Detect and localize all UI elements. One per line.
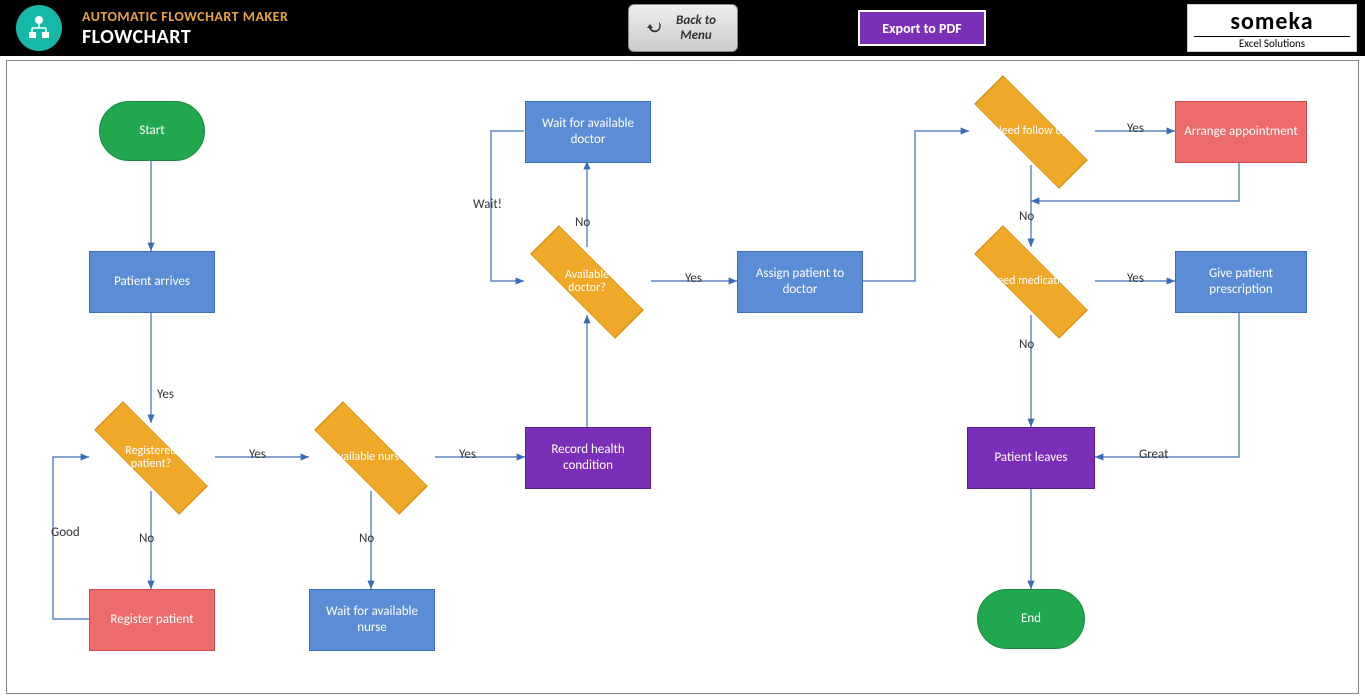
edge-yes-1: Yes bbox=[157, 387, 174, 402]
back-to-menu-button[interactable]: Back to Menu bbox=[628, 4, 738, 52]
node-start[interactable]: Start bbox=[99, 101, 205, 161]
arrange-appt-label: Arrange appointment bbox=[1184, 124, 1298, 140]
record-health-label: Record health condition bbox=[530, 442, 646, 473]
edge-yes-4: Yes bbox=[685, 271, 702, 286]
node-patient-leaves[interactable]: Patient leaves bbox=[967, 427, 1095, 489]
edge-great: Great bbox=[1139, 447, 1169, 462]
edge-yes-2: Yes bbox=[249, 447, 266, 462]
export-pdf-button[interactable]: Export to PDF bbox=[858, 10, 986, 46]
registered-patient-label: Registered patient? bbox=[109, 445, 193, 471]
brand-tagline: Excel Solutions bbox=[1194, 36, 1350, 50]
back-arrow-icon bbox=[645, 18, 665, 38]
node-registered-patient[interactable]: Registered patient? bbox=[91, 423, 211, 493]
assign-patient-label: Assign patient to doctor bbox=[742, 266, 858, 297]
node-wait-doctor[interactable]: Wait for available doctor bbox=[525, 101, 651, 163]
edge-yes-6: Yes bbox=[1127, 271, 1144, 286]
node-available-nurse[interactable]: Available nurse? bbox=[311, 423, 431, 493]
edge-no-1: No bbox=[139, 531, 154, 546]
node-available-doctor[interactable]: Available doctor? bbox=[527, 247, 647, 317]
edge-yes-3: Yes bbox=[459, 447, 476, 462]
brand-logo: someka Excel Solutions bbox=[1187, 4, 1357, 52]
edge-no-2: No bbox=[359, 531, 374, 546]
node-wait-nurse[interactable]: Wait for available nurse bbox=[309, 589, 435, 651]
back-button-label: Back to Menu bbox=[671, 13, 721, 43]
available-nurse-label: Available nurse? bbox=[331, 451, 411, 464]
edge-wait: Wait! bbox=[473, 197, 502, 212]
node-give-prescription[interactable]: Give patient prescription bbox=[1175, 251, 1307, 313]
app-logo bbox=[16, 5, 62, 51]
node-patient-arrives[interactable]: Patient arrives bbox=[89, 251, 215, 313]
patient-arrives-label: Patient arrives bbox=[114, 274, 190, 290]
wait-doctor-label: Wait for available doctor bbox=[530, 116, 646, 147]
node-arrange-appointment[interactable]: Arrange appointment bbox=[1175, 101, 1307, 163]
wait-nurse-label: Wait for available nurse bbox=[314, 604, 430, 635]
export-button-label: Export to PDF bbox=[882, 20, 961, 37]
edge-yes-5: Yes bbox=[1127, 121, 1144, 136]
node-need-followup[interactable]: Need follow up bbox=[971, 97, 1091, 167]
patient-leaves-label: Patient leaves bbox=[994, 450, 1067, 466]
edge-good: Good bbox=[51, 525, 80, 540]
register-patient-label: Register patient bbox=[110, 612, 193, 628]
flowchart-canvas: Start Patient arrives Registered patient… bbox=[6, 60, 1359, 694]
node-need-medication[interactable]: Need medication bbox=[971, 247, 1091, 317]
header-titles: AUTOMATIC FLOWCHART MAKER FLOWCHART bbox=[82, 8, 288, 49]
node-end[interactable]: End bbox=[977, 589, 1085, 649]
edge-no-4: No bbox=[1019, 209, 1034, 224]
need-followup-label: Need follow up bbox=[994, 125, 1068, 138]
page-title: FLOWCHART bbox=[82, 25, 288, 49]
node-record-health[interactable]: Record health condition bbox=[525, 427, 651, 489]
node-assign-patient[interactable]: Assign patient to doctor bbox=[737, 251, 863, 313]
end-label: End bbox=[1021, 611, 1041, 627]
available-doctor-label: Available doctor? bbox=[545, 269, 629, 295]
brand-name: someka bbox=[1194, 7, 1350, 36]
edge-no-3: No bbox=[575, 215, 590, 230]
app-header: AUTOMATIC FLOWCHART MAKER FLOWCHART Back… bbox=[0, 0, 1365, 56]
node-register-patient[interactable]: Register patient bbox=[89, 589, 215, 651]
give-prescription-label: Give patient prescription bbox=[1180, 266, 1302, 297]
need-medication-label: Need medication bbox=[989, 275, 1072, 288]
edge-no-5: No bbox=[1019, 337, 1034, 352]
flowchart-icon bbox=[25, 14, 53, 42]
start-label: Start bbox=[139, 123, 164, 139]
app-title: AUTOMATIC FLOWCHART MAKER bbox=[82, 8, 288, 25]
